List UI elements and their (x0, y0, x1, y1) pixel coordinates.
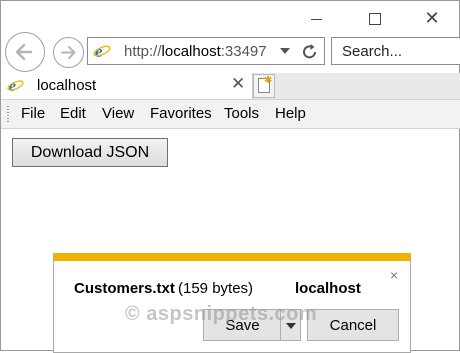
close-icon[interactable]: × (390, 267, 398, 283)
browser-window: ✕ e http://localhost:33497 Search... e l… (0, 0, 460, 353)
menu-tools[interactable]: Tools (224, 105, 259, 122)
url-text[interactable]: http://localhost:33497 (124, 43, 267, 60)
minimize-button[interactable] (301, 7, 331, 31)
menu-file[interactable]: File (21, 105, 45, 122)
tab-close-icon[interactable]: ✕ (231, 74, 245, 94)
arrow-left-icon (15, 43, 33, 61)
download-filesize: (159 bytes) (178, 280, 254, 297)
menu-view[interactable]: View (102, 105, 134, 122)
tab-title: localhost (37, 77, 97, 94)
search-placeholder: Search... (342, 43, 403, 60)
cancel-button[interactable]: Cancel (307, 309, 399, 341)
new-tab-button[interactable]: ✱ (253, 74, 275, 98)
url-port: :33497 (220, 43, 267, 60)
watermark: © aspsnippets.com (125, 303, 318, 325)
url-host: localhost (161, 43, 221, 60)
menu-edit[interactable]: Edit (60, 105, 86, 122)
search-input[interactable]: Search... (331, 37, 460, 65)
menu-help[interactable]: Help (275, 105, 306, 122)
refresh-icon[interactable] (300, 42, 320, 62)
back-button[interactable] (5, 32, 45, 72)
menu-bar: File Edit View Favorites Tools Help (1, 99, 460, 129)
address-bar[interactable]: e http://localhost:33497 (87, 37, 325, 65)
new-tab-sparkle-icon: ✱ (264, 75, 273, 86)
forward-button[interactable] (53, 37, 84, 68)
url-scheme: http:// (124, 43, 162, 60)
arrow-right-icon (61, 46, 76, 59)
menu-favorites[interactable]: Favorites (150, 105, 212, 122)
download-source-host: localhost (295, 280, 361, 297)
ie-logo-icon: e (93, 42, 111, 60)
download-filename: Customers.txt (74, 280, 175, 297)
chevron-down-icon[interactable] (280, 48, 290, 54)
tab-strip (252, 73, 460, 99)
toolbar-grip-icon (7, 106, 9, 122)
download-json-button[interactable]: Download JSON (12, 138, 168, 167)
ie-page-icon: e (7, 78, 24, 94)
close-window-button[interactable]: ✕ (417, 7, 447, 31)
tab-localhost[interactable]: e localhost ✕ (1, 73, 253, 99)
maximize-button[interactable] (359, 7, 389, 31)
